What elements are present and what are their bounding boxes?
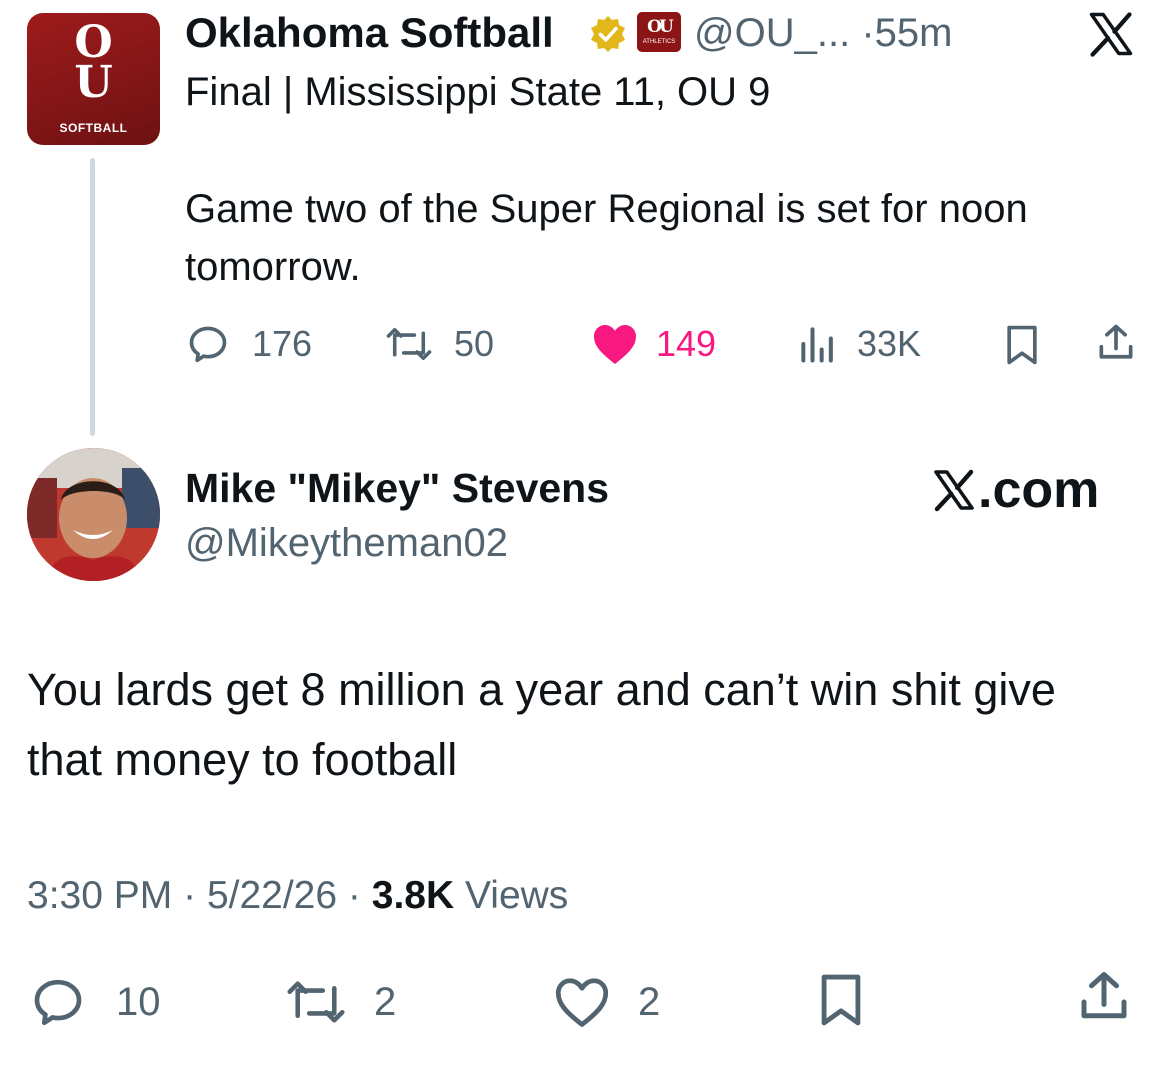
reply-count: 176 bbox=[252, 323, 313, 364]
profile-photo bbox=[27, 448, 160, 581]
thread-line bbox=[90, 158, 95, 436]
verified-gold-badge-icon bbox=[591, 16, 625, 52]
post-date: 5/22/26 bbox=[206, 874, 338, 917]
x-com-watermark: .com bbox=[930, 460, 1099, 520]
views-label: Views bbox=[464, 874, 569, 917]
views-button[interactable]: 33K bbox=[797, 322, 921, 366]
author-handle: @OU_... bbox=[694, 11, 851, 55]
avatar-text: SOFTBALL bbox=[59, 121, 128, 135]
reply-icon bbox=[189, 326, 227, 363]
share-icon[interactable] bbox=[1074, 966, 1134, 1028]
author-handle[interactable]: @Mikeytheman02 bbox=[185, 518, 508, 568]
author-handle-time[interactable]: @OU_... ·55m bbox=[694, 8, 952, 58]
reply-count: 10 bbox=[116, 979, 161, 1024]
mikey-stevens-avatar[interactable] bbox=[27, 448, 160, 581]
ou-logo-icon: OU bbox=[647, 16, 674, 37]
share-icon[interactable] bbox=[1094, 320, 1138, 366]
like-count: 149 bbox=[656, 323, 717, 364]
x-logo-icon bbox=[1089, 12, 1133, 57]
reply-button[interactable]: 176 bbox=[186, 322, 312, 366]
separator-dot: · bbox=[861, 11, 875, 55]
post-time: 3:30 PM bbox=[27, 874, 173, 917]
repost-count: 2 bbox=[374, 979, 397, 1024]
tweet-text-body: You lards get 8 million a year and can’t… bbox=[27, 664, 1056, 785]
repost-button[interactable]: 2 bbox=[284, 974, 396, 1030]
author-name[interactable]: Mike "Mikey" Stevens bbox=[185, 462, 609, 514]
author-name[interactable]: Oklahoma Softball bbox=[185, 8, 554, 58]
heart-filled-icon bbox=[594, 325, 636, 364]
views-count: 33K bbox=[857, 323, 922, 364]
ou-logo-icon: OU bbox=[74, 17, 112, 108]
tweet-text-body: Game two of the Super Regional is set fo… bbox=[185, 187, 1028, 289]
bookmark-icon[interactable] bbox=[812, 970, 870, 1030]
like-button[interactable]: 2 bbox=[552, 974, 660, 1030]
reply-button[interactable]: 10 bbox=[30, 974, 161, 1030]
post-time: 55m bbox=[874, 11, 953, 55]
affiliate-badge-text: ATHLETICS bbox=[642, 38, 676, 45]
repost-button[interactable]: 50 bbox=[384, 322, 494, 366]
views-count: 3.8K bbox=[371, 874, 455, 917]
repost-icon bbox=[287, 981, 345, 1023]
repost-icon bbox=[386, 327, 432, 361]
affiliate-badge[interactable]: OU ATHLETICS bbox=[637, 12, 681, 52]
x-logo-icon bbox=[934, 469, 974, 512]
separator-dot: · bbox=[183, 874, 197, 917]
tweet-text-line1: Final | Mississippi State 11, OU 9 bbox=[185, 70, 771, 114]
like-count: 2 bbox=[638, 979, 661, 1024]
reply-icon bbox=[34, 979, 82, 1026]
repost-count: 50 bbox=[454, 323, 495, 364]
tweet-meta: 3:30 PM · 5/22/26 · 3.8K Views bbox=[27, 868, 568, 924]
watermark-text: .com bbox=[978, 461, 1100, 519]
heart-outline-icon bbox=[555, 978, 609, 1027]
views-chart-icon bbox=[801, 327, 833, 363]
oklahoma-softball-avatar[interactable]: OU SOFTBALL bbox=[27, 13, 160, 145]
bookmark-icon[interactable] bbox=[1000, 323, 1044, 367]
like-button[interactable]: 149 bbox=[590, 322, 716, 366]
separator-dot: · bbox=[347, 874, 361, 917]
